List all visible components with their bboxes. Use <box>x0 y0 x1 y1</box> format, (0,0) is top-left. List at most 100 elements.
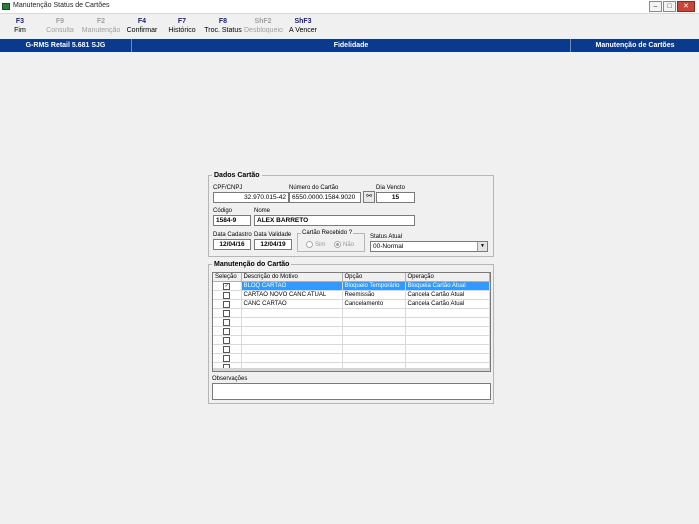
radio-icon <box>306 241 313 248</box>
table-row[interactable] <box>213 344 490 354</box>
tb-label: Histórico <box>168 27 196 34</box>
app-icon <box>2 3 10 10</box>
table-row[interactable]: ✓ BLOQ CARTAO Bloqueio Temporário Bloque… <box>213 281 490 291</box>
tb-key: F7 <box>177 18 187 25</box>
checkbox[interactable] <box>223 309 231 317</box>
cell-operacao: Cancela Cartão Atual <box>405 290 490 300</box>
tb-key: F3 <box>15 18 25 25</box>
cell-operacao <box>405 335 490 345</box>
cartao-recebido-group: Cartão Recebido ? Sim Não <box>297 229 365 252</box>
cell-motivo <box>241 335 343 345</box>
cell-motivo <box>241 326 343 336</box>
window-controls: – □ ✕ <box>649 1 695 12</box>
tb-historico-button[interactable]: F7 Histórico <box>165 17 199 36</box>
tb-label: Manutenção <box>81 27 121 34</box>
nome-field[interactable]: ALEX BARRETO <box>254 215 415 226</box>
col-selecao[interactable]: Seleção <box>213 273 242 282</box>
nao-radio[interactable]: Não <box>334 241 354 249</box>
checkbox[interactable] <box>223 336 231 344</box>
app-version: G-RMS Retail 5.681 SJG <box>0 39 132 52</box>
cpf-label: CPF/CNPJ <box>213 185 243 191</box>
table-row[interactable] <box>213 308 490 318</box>
nome-label: Nome <box>254 208 271 214</box>
maximize-icon[interactable]: □ <box>663 1 676 12</box>
table-row[interactable] <box>213 317 490 327</box>
cell-motivo <box>241 353 343 363</box>
cell-opcao <box>342 335 406 345</box>
cell-motivo: CANC CARTAO <box>241 299 343 309</box>
cell-operacao <box>405 353 490 363</box>
tb-label: Desbloqueio <box>244 27 283 34</box>
table-row[interactable] <box>213 353 490 363</box>
header-bar: G-RMS Retail 5.681 SJG Fidelidade Manute… <box>0 39 699 52</box>
cell-operacao <box>405 326 490 336</box>
close-icon[interactable]: ✕ <box>677 1 695 12</box>
cpf-field[interactable]: 32.970.015-42 <box>213 192 289 203</box>
cell-opcao <box>342 326 406 336</box>
data-validade-field[interactable]: 12/04/19 <box>254 239 292 250</box>
tb-confirmar-button[interactable]: F4 Confirmar <box>124 17 160 36</box>
cell-operacao: Cancela Cartão Atual <box>405 299 490 309</box>
tb-label: Troc. Status <box>204 27 242 34</box>
observacoes-field[interactable] <box>212 383 491 400</box>
manutencao-cartao-group: Manutenção do Cartão Seleção Descrição d… <box>208 260 494 404</box>
tb-label: Fim <box>14 27 26 34</box>
module-title: Fidelidade <box>132 39 571 52</box>
binoculars-icon[interactable]: ⚯ <box>363 191 375 203</box>
tb-desbloqueio-button[interactable]: ShF2 Desbloqueio <box>244 17 283 36</box>
cell-opcao <box>342 353 406 363</box>
cartao-recebido-label: Cartão Recebido ? <box>301 229 354 237</box>
table-row[interactable]: CARTAO NOVO CANC ATUAL Reemissão Cancela… <box>213 290 490 300</box>
tb-label: Consulta <box>46 27 74 34</box>
sim-radio[interactable]: Sim <box>306 241 325 249</box>
window-title: Manutenção Status de Cartões <box>13 2 110 9</box>
cell-opcao <box>342 344 406 354</box>
function-toolbar: F3 Fim F9 Consulta F2 Manutenção F4 Conf… <box>0 14 699 38</box>
screen-title: Manutenção de Cartões <box>595 42 675 49</box>
tb-troc-status-button[interactable]: F8 Troc. Status <box>203 17 243 36</box>
dia-vencto-label: Dia Vencto <box>376 185 406 191</box>
status-atual-select[interactable]: 00-Normal ▼ <box>370 241 488 252</box>
cell-operacao <box>405 344 490 354</box>
tb-label: A Vencer <box>288 27 318 34</box>
table-row[interactable] <box>213 335 490 345</box>
checkbox[interactable] <box>223 300 231 308</box>
chevron-down-icon[interactable]: ▼ <box>477 242 487 251</box>
tb-consulta-button[interactable]: F9 Consulta <box>44 17 76 36</box>
horizontal-scrollbar[interactable] <box>213 368 490 371</box>
numero-cartao-field[interactable]: 6550.0000.1584.9020 <box>289 192 361 203</box>
cell-motivo <box>241 308 343 318</box>
cell-opcao <box>342 317 406 327</box>
tb-fim-button[interactable]: F3 Fim <box>9 17 31 36</box>
cell-motivo <box>241 317 343 327</box>
nao-label: Não <box>343 242 355 249</box>
cell-motivo: BLOQ CARTAO <box>241 281 343 291</box>
checkbox[interactable]: ✓ <box>223 282 231 290</box>
status-atual-label: Status Atual <box>370 234 403 240</box>
minimize-icon[interactable]: – <box>649 1 662 12</box>
checkbox[interactable] <box>223 318 231 326</box>
group-title: Dados Cartão <box>212 171 262 180</box>
codigo-field[interactable]: 1584-9 <box>213 215 251 226</box>
data-validade-label: Data Validade <box>254 232 292 238</box>
motivos-grid: Seleção Descrição do Motivo Opção Operaç… <box>212 272 491 372</box>
checkbox[interactable] <box>223 354 231 362</box>
cell-operacao: Bloqueia Cartão Atual <box>405 281 490 291</box>
cell-motivo <box>241 344 343 354</box>
tb-manutencao-button[interactable]: F2 Manutenção <box>80 17 122 36</box>
checkbox[interactable] <box>223 327 231 335</box>
col-operacao[interactable]: Operação <box>405 273 490 282</box>
table-row[interactable]: CANC CARTAO Cancelamento Cancela Cartão … <box>213 299 490 309</box>
checkbox[interactable] <box>223 291 231 299</box>
cell-opcao: Reemissão <box>342 290 406 300</box>
dia-vencto-field[interactable]: 15 <box>376 192 415 203</box>
col-descricao[interactable]: Descrição do Motivo <box>241 273 343 282</box>
table-row[interactable] <box>213 326 490 336</box>
radio-selected-icon <box>334 241 341 248</box>
tb-a-vencer-button[interactable]: ShF3 A Vencer <box>286 17 320 36</box>
tb-key: F4 <box>137 18 147 25</box>
data-cadastro-label: Data Cadastro <box>213 232 252 238</box>
col-opcao[interactable]: Opção <box>342 273 406 282</box>
data-cadastro-field[interactable]: 12/04/16 <box>213 239 251 250</box>
checkbox[interactable] <box>223 345 231 353</box>
